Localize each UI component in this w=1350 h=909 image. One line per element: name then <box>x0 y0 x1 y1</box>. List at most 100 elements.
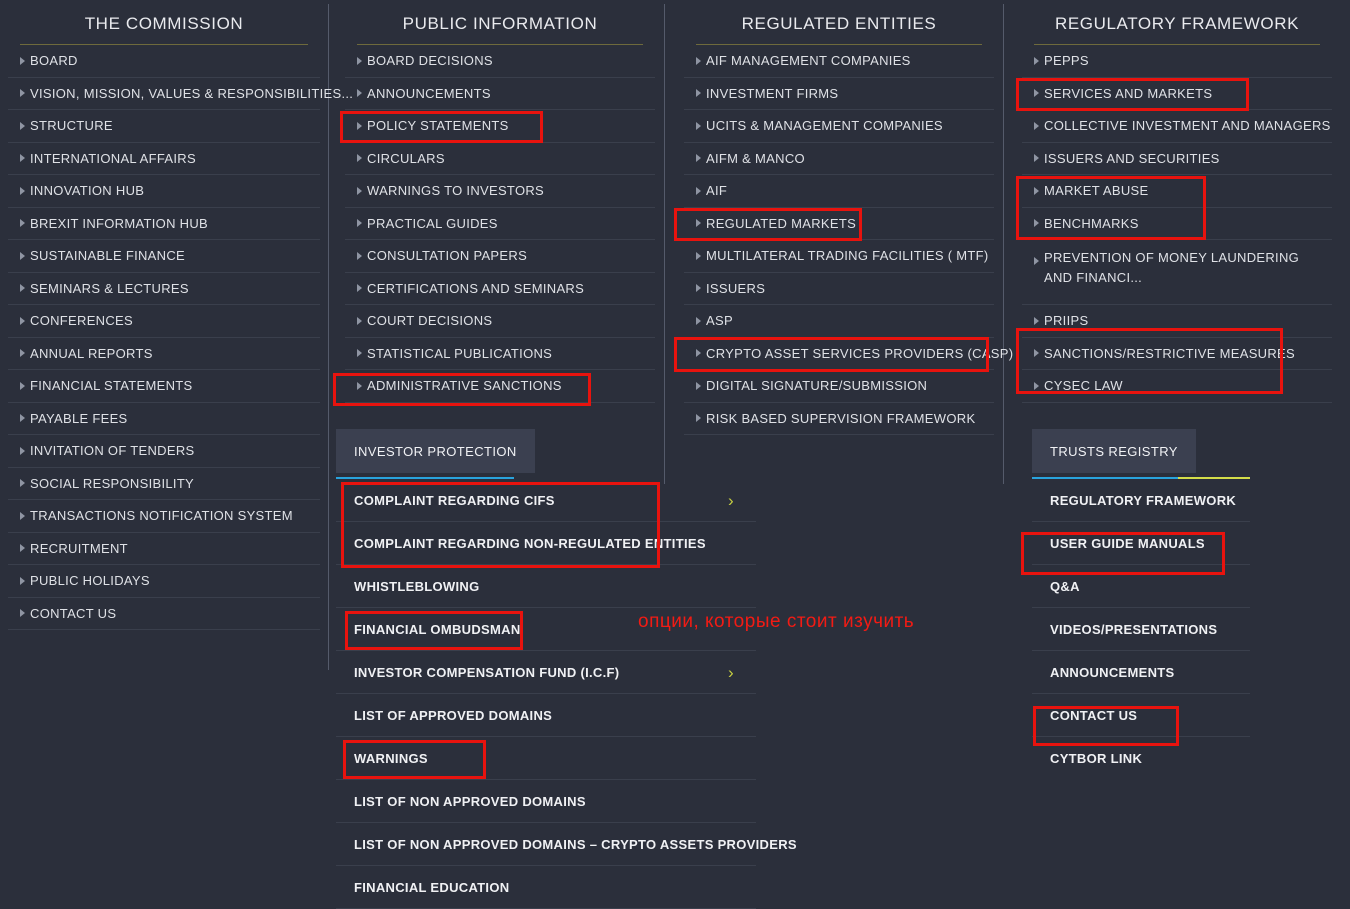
menu-item-collective-investment-and-managers[interactable]: COLLECTIVE INVESTMENT AND MANAGERS <box>1022 110 1332 143</box>
triangle-right-icon <box>357 89 362 98</box>
menu-item-aif-management-companies[interactable]: AIF MANAGEMENT COMPANIES <box>684 45 994 78</box>
menu-item-label: STATISTICAL PUBLICATIONS <box>367 345 553 361</box>
list-item-videos-presentations[interactable]: VIDEOS/PRESENTATIONS <box>1032 608 1250 651</box>
list-item-label: INVESTOR COMPENSATION FUND (I.C.F) <box>354 665 620 680</box>
list-item-warnings[interactable]: WARNINGS <box>336 737 756 780</box>
triangle-right-icon <box>1034 186 1039 195</box>
triangle-right-icon <box>1034 381 1039 390</box>
menu-item-aifm-manco[interactable]: AIFM & MANCO <box>684 143 994 175</box>
menu-item-cysec-law[interactable]: CYSEC LAW <box>1022 370 1332 403</box>
menu-item-digital-signature-submission[interactable]: DIGITAL SIGNATURE/SUBMISSION <box>684 370 994 403</box>
menu-item-label: PRACTICAL GUIDES <box>367 215 498 231</box>
menu-item-public-holidays[interactable]: PUBLIC HOLIDAYS <box>8 565 320 598</box>
menu-item-label: INTERNATIONAL AFFAIRS <box>30 150 196 166</box>
menu-item-invitation-of-tenders[interactable]: INVITATION OF TENDERS <box>8 435 320 468</box>
menu-item-asp[interactable]: ASP <box>684 305 994 338</box>
menu-item-structure[interactable]: STRUCTURE <box>8 110 320 143</box>
menu-item-circulars[interactable]: CIRCULARS <box>345 143 655 175</box>
menu-item-contact-us[interactable]: CONTACT US <box>8 598 320 630</box>
list-item-complaint-regarding-cifs[interactable]: COMPLAINT REGARDING CIFS › <box>336 479 756 522</box>
menu-item-multilateral-trading-facilities[interactable]: MULTILATERAL TRADING FACILITIES ( MTF) <box>684 240 994 273</box>
menu-item-investment-firms[interactable]: INVESTMENT FIRMS <box>684 78 994 110</box>
menu-item-priips[interactable]: PRIIPS <box>1022 305 1332 338</box>
menu-item-transactions-notification-system[interactable]: TRANSACTIONS NOTIFICATION SYSTEM <box>8 500 320 533</box>
triangle-right-icon <box>357 284 362 293</box>
column-regulatory-framework: REGULATORY FRAMEWORK PEPPS SERVICES AND … <box>1022 0 1332 403</box>
menu-item-label: MULTILATERAL TRADING FACILITIES ( MTF) <box>706 248 989 263</box>
list-item-whistleblowing[interactable]: WHISTLEBLOWING <box>336 565 756 608</box>
menu-item-brexit-information-hub[interactable]: BREXIT INFORMATION HUB <box>8 208 320 240</box>
menu-item-seminars-lectures[interactable]: SEMINARS & LECTURES <box>8 273 320 305</box>
menu-public-information: BOARD DECISIONS ANNOUNCEMENTS POLICY STA… <box>345 45 655 403</box>
list-item-investor-compensation-fund[interactable]: INVESTOR COMPENSATION FUND (I.C.F) › <box>336 651 756 694</box>
menu-item-regulated-markets[interactable]: REGULATED MARKETS <box>684 208 994 240</box>
list-item-announcements[interactable]: ANNOUNCEMENTS <box>1032 651 1250 694</box>
triangle-right-icon <box>1034 257 1039 265</box>
menu-item-crypto-asset-services-providers[interactable]: CRYPTO ASSET SERVICES PROVIDERS (CASP) <box>684 338 1013 370</box>
triangle-right-icon <box>20 349 25 358</box>
menu-item-pepps[interactable]: PEPPS <box>1022 45 1332 78</box>
list-item-label: CYTBOR LINK <box>1050 751 1143 766</box>
list-item-contact-us[interactable]: CONTACT US <box>1032 694 1250 737</box>
menu-item-consultation-papers[interactable]: CONSULTATION PAPERS <box>345 240 655 273</box>
menu-item-international-affairs[interactable]: INTERNATIONAL AFFAIRS <box>8 143 320 175</box>
list-item-complaint-regarding-non-regulated-entities[interactable]: COMPLAINT REGARDING NON-REGULATED ENTITI… <box>336 522 756 565</box>
column-title-regulated-entities: REGULATED ENTITIES <box>741 14 937 33</box>
menu-item-vision-mission[interactable]: VISION, MISSION, VALUES & RESPONSIBILITI… <box>8 78 353 110</box>
list-item-list-of-non-approved-domains-crypto[interactable]: LIST OF NON APPROVED DOMAINS – CRYPTO AS… <box>336 823 797 866</box>
menu-item-annual-reports[interactable]: ANNUAL REPORTS <box>8 338 320 370</box>
triangle-right-icon <box>357 154 362 163</box>
menu-item-social-responsibility[interactable]: SOCIAL RESPONSIBILITY <box>8 468 320 500</box>
menu-item-services-and-markets[interactable]: SERVICES AND MARKETS <box>1022 78 1332 110</box>
list-item-label: LIST OF NON APPROVED DOMAINS <box>354 794 586 809</box>
menu-item-sanctions-restrictive-measures[interactable]: SANCTIONS/RESTRICTIVE MEASURES <box>1022 338 1332 370</box>
menu-item-announcements[interactable]: ANNOUNCEMENTS <box>345 78 655 110</box>
menu-item-conferences[interactable]: CONFERENCES <box>8 305 320 338</box>
triangle-right-icon <box>357 316 362 325</box>
menu-regulated-entities: AIF MANAGEMENT COMPANIES INVESTMENT FIRM… <box>684 45 1013 435</box>
menu-item-innovation-hub[interactable]: INNOVATION HUB <box>8 175 320 208</box>
triangle-right-icon <box>20 511 25 520</box>
triangle-right-icon <box>696 251 701 260</box>
menu-item-policy-statements[interactable]: POLICY STATEMENTS <box>345 110 655 143</box>
list-item-cytbor-link[interactable]: CYTBOR LINK <box>1032 737 1250 780</box>
menu-item-board-decisions[interactable]: BOARD DECISIONS <box>345 45 655 78</box>
menu-item-board[interactable]: BOARD <box>8 45 320 78</box>
triangle-right-icon <box>20 576 25 585</box>
triangle-right-icon <box>357 219 362 228</box>
chevron-right-icon[interactable]: › <box>728 479 734 522</box>
list-item-list-of-non-approved-domains[interactable]: LIST OF NON APPROVED DOMAINS <box>336 780 756 823</box>
menu-item-financial-statements[interactable]: FINANCIAL STATEMENTS <box>8 370 320 403</box>
menu-item-benchmarks[interactable]: BENCHMARKS <box>1022 208 1332 240</box>
triangle-right-icon <box>20 89 25 98</box>
list-item-qa[interactable]: Q&A <box>1032 565 1250 608</box>
menu-item-certifications-and-seminars[interactable]: CERTIFICATIONS AND SEMINARS <box>345 273 655 305</box>
list-item-label: FINANCIAL EDUCATION <box>354 880 510 895</box>
chevron-right-icon[interactable]: › <box>728 651 734 694</box>
menu-item-prevention-of-money-laundering[interactable]: PREVENTION OF MONEY LAUNDERING AND FINAN… <box>1022 240 1332 305</box>
list-item-regulatory-framework[interactable]: REGULATORY FRAMEWORK <box>1032 479 1250 522</box>
menu-item-recruitment[interactable]: RECRUITMENT <box>8 533 320 565</box>
tab-trusts-registry[interactable]: TRUSTS REGISTRY <box>1032 429 1196 473</box>
menu-item-sustainable-finance[interactable]: SUSTAINABLE FINANCE <box>8 240 320 273</box>
list-item-financial-education[interactable]: FINANCIAL EDUCATION <box>336 866 756 909</box>
menu-item-label: ASP <box>706 313 733 328</box>
menu-item-administrative-sanctions[interactable]: ADMINISTRATIVE SANCTIONS <box>345 370 655 403</box>
menu-item-aif[interactable]: AIF <box>684 175 994 208</box>
menu-item-payable-fees[interactable]: PAYABLE FEES <box>8 403 320 435</box>
column-divider-3 <box>1003 4 1004 484</box>
list-investor-protection: COMPLAINT REGARDING CIFS › COMPLAINT REGA… <box>336 479 797 909</box>
tab-investor-protection[interactable]: INVESTOR PROTECTION <box>336 429 535 473</box>
menu-item-ucits-management-companies[interactable]: UCITS & MANAGEMENT COMPANIES <box>684 110 994 143</box>
menu-item-issuers[interactable]: ISSUERS <box>684 273 994 305</box>
menu-item-practical-guides[interactable]: PRACTICAL GUIDES <box>345 208 655 240</box>
menu-item-issuers-and-securities[interactable]: ISSUERS AND SECURITIES <box>1022 143 1332 175</box>
menu-item-statistical-publications[interactable]: STATISTICAL PUBLICATIONS <box>345 338 655 370</box>
menu-item-court-decisions[interactable]: COURT DECISIONS <box>345 305 655 338</box>
menu-item-label: PREVENTION OF MONEY LAUNDERING AND FINAN… <box>1044 250 1300 286</box>
menu-item-market-abuse[interactable]: MARKET ABUSE <box>1022 175 1332 208</box>
triangle-right-icon <box>696 349 701 358</box>
menu-item-warnings-to-investors[interactable]: WARNINGS TO INVESTORS <box>345 175 655 208</box>
list-item-user-guide-manuals[interactable]: USER GUIDE MANUALS <box>1032 522 1250 565</box>
list-item-list-of-approved-domains[interactable]: LIST OF APPROVED DOMAINS <box>336 694 756 737</box>
